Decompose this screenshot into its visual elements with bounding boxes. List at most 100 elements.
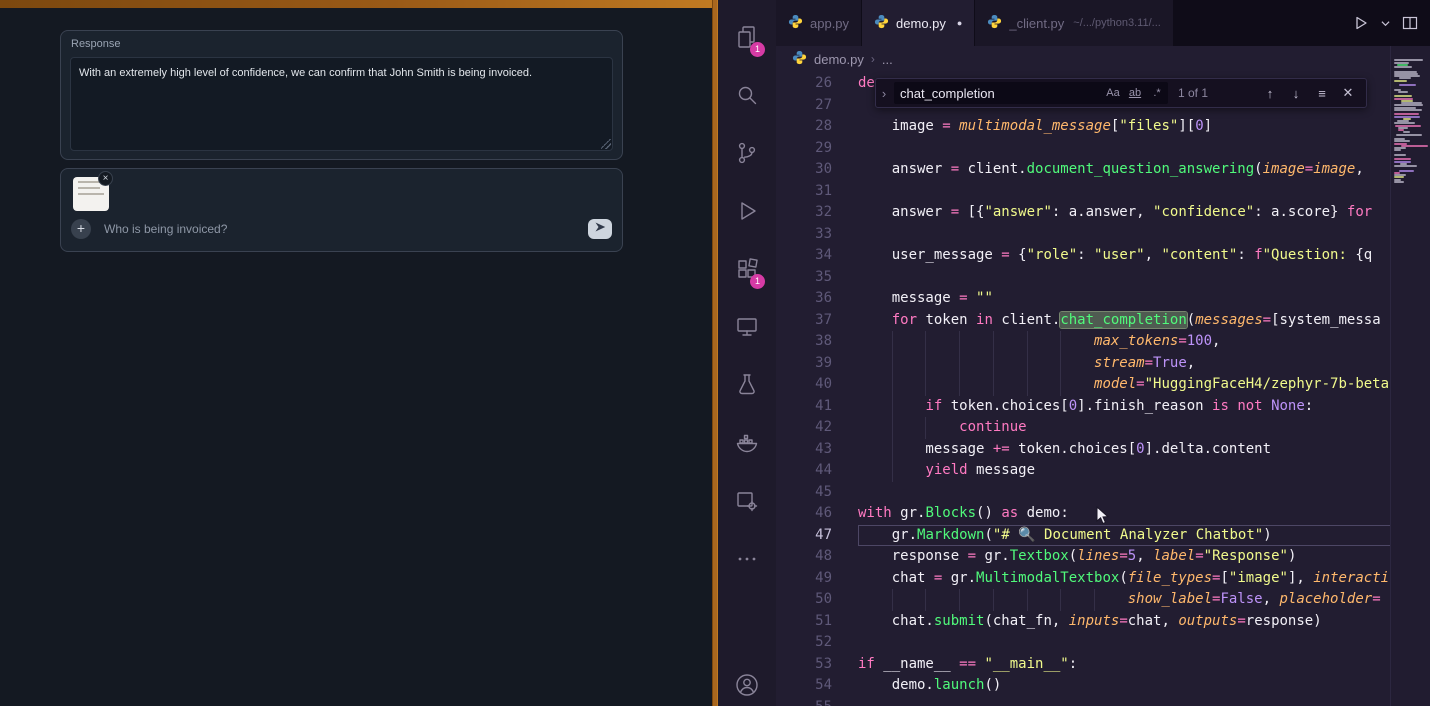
line-number: 30	[776, 159, 858, 181]
code-line[interactable]: 38 max_tokens=100,	[776, 331, 1430, 353]
activity-account[interactable]	[718, 656, 776, 706]
code-line[interactable]: 30 answer = client.document_question_ans…	[776, 159, 1430, 181]
toggle-replace-icon[interactable]: ›	[876, 86, 892, 101]
activity-search[interactable]	[718, 66, 776, 124]
code-line[interactable]: 55	[776, 697, 1430, 706]
code-line[interactable]: 53if __name__ == "__main__":	[776, 654, 1430, 676]
breadcrumb-file[interactable]: demo.py	[814, 52, 864, 67]
code-line[interactable]: 42 continue	[776, 417, 1430, 439]
activity-test-beaker[interactable]	[718, 356, 776, 414]
activity-settings-gear[interactable]	[718, 472, 776, 530]
activity-run-debug[interactable]	[718, 182, 776, 240]
activity-explorer[interactable]: 1	[718, 8, 776, 66]
code-line[interactable]: 50 show_label=False, placeholder=	[776, 589, 1430, 611]
remove-attachment-button[interactable]: ×	[98, 171, 113, 186]
code-line[interactable]: 31	[776, 181, 1430, 203]
find-next-icon[interactable]: ↓	[1286, 86, 1306, 101]
breadcrumb: demo.py › ...	[776, 46, 1430, 72]
tab-strip: app.pydemo.py●_client.py~/.../python3.11…	[776, 0, 1430, 46]
find-previous-icon[interactable]: ↑	[1260, 86, 1280, 101]
line-number: 34	[776, 245, 858, 267]
code-line[interactable]: 29	[776, 138, 1430, 160]
python-icon	[874, 14, 889, 32]
activity-remote-explorer[interactable]	[718, 298, 776, 356]
chat-input-placeholder[interactable]: Who is being invoiced?	[104, 222, 588, 236]
code-line[interactable]: 43 message += token.choices[0].delta.con…	[776, 439, 1430, 461]
activity-source-control[interactable]	[718, 124, 776, 182]
send-icon	[594, 220, 606, 238]
multimodal-textbox-block: × + Who is being invoiced?	[60, 168, 623, 252]
code-line[interactable]: 44 yield message	[776, 460, 1430, 482]
code-line[interactable]: 51 chat.submit(chat_fn, inputs=chat, out…	[776, 611, 1430, 633]
add-file-button[interactable]: +	[71, 219, 91, 239]
minimap-line	[1394, 80, 1407, 82]
code-editor[interactable]: 26de2728 image = multimodal_message["fil…	[776, 72, 1430, 706]
tab--client-py[interactable]: _client.py~/.../python3.11/...	[975, 0, 1173, 46]
find-in-selection-icon[interactable]: ≡	[1312, 86, 1332, 101]
minimap-line	[1394, 95, 1412, 97]
tab-demo-py[interactable]: demo.py●	[862, 0, 975, 46]
code-line[interactable]: 34 user_message = {"role": "user", "cont…	[776, 245, 1430, 267]
line-number: 51	[776, 611, 858, 633]
code-line[interactable]: 32 answer = [{"answer": a.answer, "confi…	[776, 202, 1430, 224]
minimap[interactable]	[1390, 46, 1430, 706]
find-input[interactable]	[894, 86, 1102, 101]
line-number: 52	[776, 632, 858, 654]
run-icon[interactable]	[1353, 15, 1369, 31]
line-number: 29	[776, 138, 858, 160]
minimap-line	[1394, 140, 1410, 142]
account-icon	[735, 673, 759, 697]
code-line[interactable]: 35	[776, 267, 1430, 289]
editor-actions	[1353, 0, 1430, 46]
line-number: 48	[776, 546, 858, 568]
run-dropdown-icon[interactable]	[1381, 19, 1390, 28]
minimap-line	[1394, 154, 1406, 156]
chevron-right-icon: ›	[871, 52, 875, 66]
line-number: 26	[776, 73, 858, 95]
code-line[interactable]: 37 for token in client.chat_completion(m…	[776, 310, 1430, 332]
match-case-icon[interactable]: Aa	[1102, 87, 1124, 99]
code-line[interactable]: 39 stream=True,	[776, 353, 1430, 375]
submit-button[interactable]	[588, 219, 612, 239]
code-line[interactable]: 52	[776, 632, 1430, 654]
code-line[interactable]: 41 if token.choices[0].finish_reason is …	[776, 396, 1430, 418]
line-number: 38	[776, 331, 858, 353]
code-line[interactable]: 36 message = ""	[776, 288, 1430, 310]
close-icon[interactable]: ✕	[1338, 85, 1358, 101]
code-line[interactable]: 40 model="HuggingFaceH4/zephyr-7b-beta	[776, 374, 1430, 396]
response-label: Response	[71, 38, 121, 50]
minimap-line	[1399, 77, 1411, 79]
code-line[interactable]: 49 chat = gr.MultimodalTextbox(file_type…	[776, 568, 1430, 590]
code-line[interactable]: 45	[776, 482, 1430, 504]
response-textarea[interactable]: With an extremely high level of confiden…	[70, 57, 613, 151]
line-number: 47	[776, 525, 858, 547]
activity-docker[interactable]	[718, 414, 776, 472]
activity-more-ellipsis[interactable]	[718, 530, 776, 588]
tab-bar: app.pydemo.py●_client.py~/.../python3.11…	[776, 0, 1174, 46]
split-editor-icon[interactable]	[1402, 15, 1418, 31]
activity-extensions[interactable]: 1	[718, 240, 776, 298]
tab-app-py[interactable]: app.py	[776, 0, 862, 46]
modified-dot-icon[interactable]: ●	[957, 18, 962, 28]
minimap-line	[1394, 158, 1411, 160]
code-line[interactable]: 33	[776, 224, 1430, 246]
code-line[interactable]: 28 image = multimodal_message["files"][0…	[776, 116, 1430, 138]
mouse-cursor	[1096, 506, 1110, 531]
whole-word-icon[interactable]: ab	[1124, 87, 1146, 99]
line-number: 40	[776, 374, 858, 396]
line-number: 31	[776, 181, 858, 203]
minimap-line	[1399, 84, 1416, 86]
remote-explorer-icon	[735, 315, 759, 339]
code-line[interactable]: 48 response = gr.Textbox(lines=5, label=…	[776, 546, 1430, 568]
minimap-line	[1394, 122, 1415, 124]
resize-handle-icon[interactable]	[601, 139, 611, 149]
code-line[interactable]: 54 demo.launch()	[776, 675, 1430, 697]
python-icon	[987, 14, 1002, 32]
line-number: 36	[776, 288, 858, 310]
line-number: 44	[776, 460, 858, 482]
regex-icon[interactable]: .*	[1146, 87, 1168, 99]
breadcrumb-more[interactable]: ...	[882, 52, 893, 67]
minimap-line	[1394, 109, 1422, 111]
minimap-line	[1394, 113, 1419, 115]
screen: Response With an extremely high level of…	[0, 0, 1430, 706]
